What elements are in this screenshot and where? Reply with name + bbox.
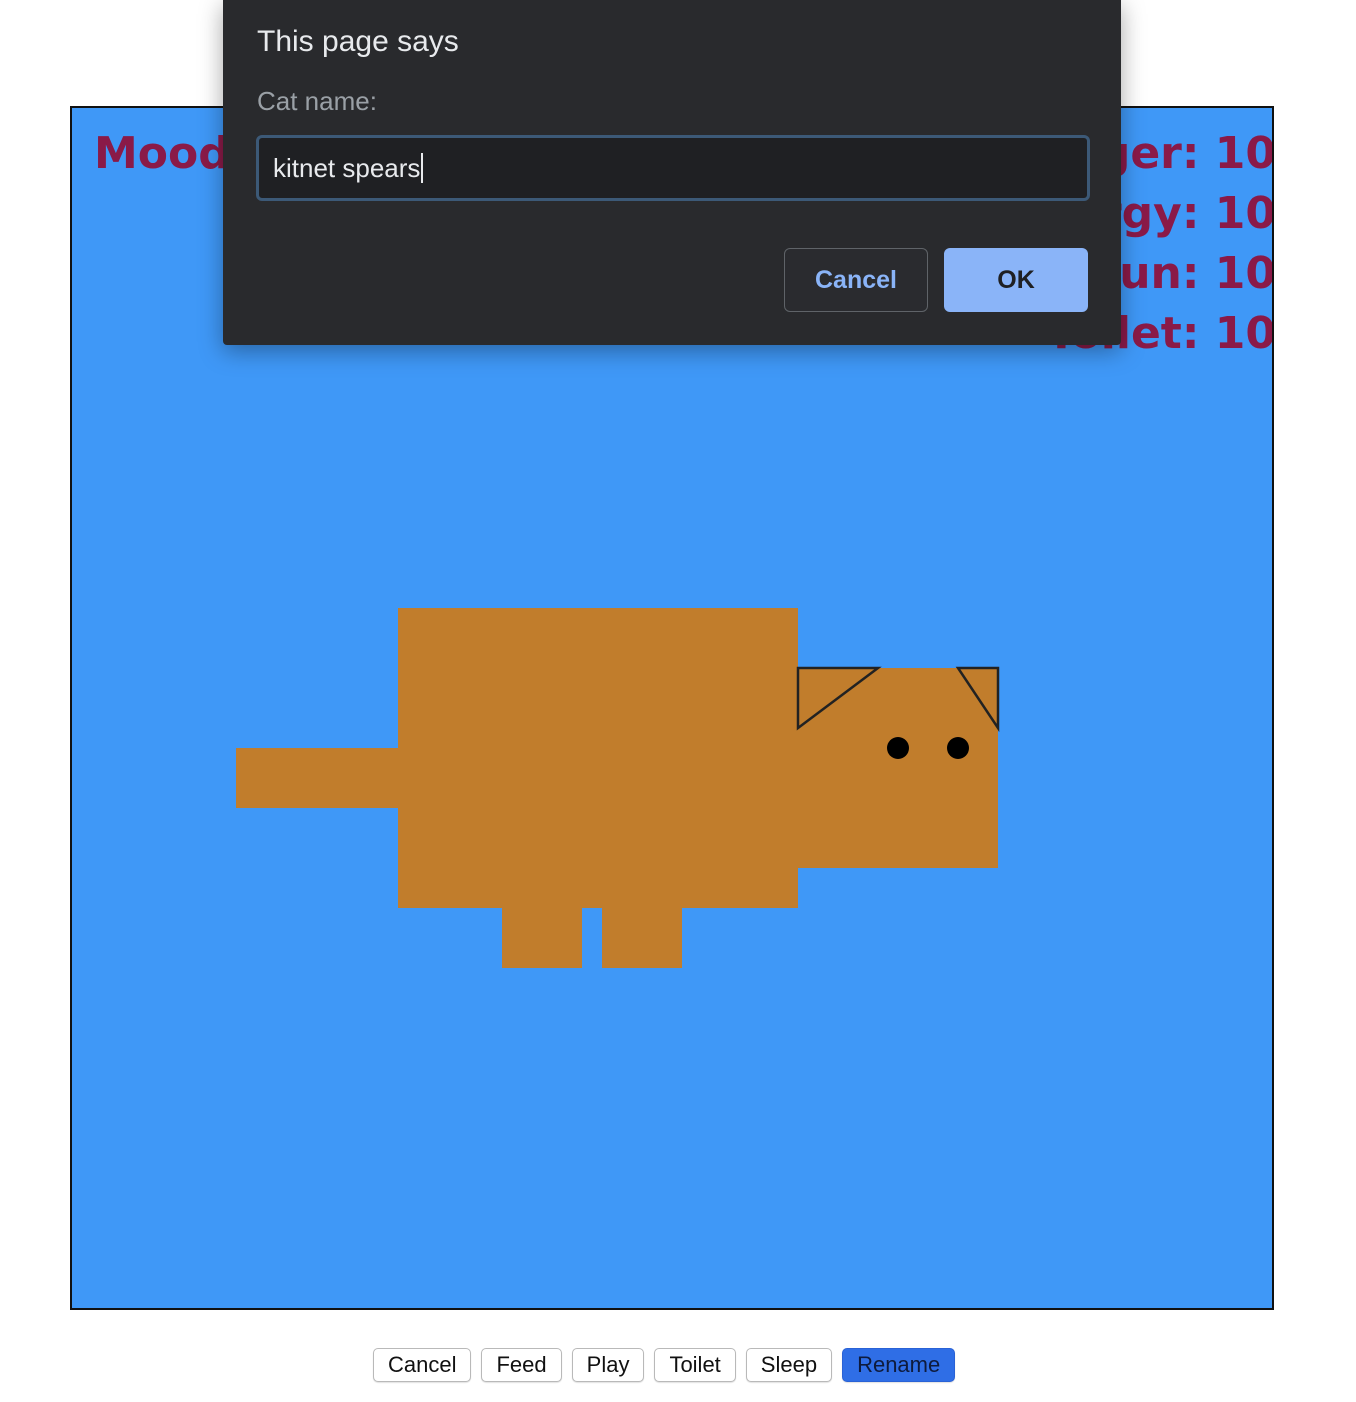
toilet-button[interactable]: Toilet bbox=[654, 1348, 736, 1382]
cat-eye-left bbox=[887, 737, 909, 759]
feed-button[interactable]: Feed bbox=[481, 1348, 562, 1382]
dialog-title: This page says bbox=[257, 25, 459, 58]
cat-tail bbox=[236, 748, 398, 808]
text-caret bbox=[421, 153, 424, 183]
cat-leg-back bbox=[602, 908, 682, 968]
rename-button[interactable]: Rename bbox=[842, 1348, 956, 1382]
prompt-dialog: This page says Cat name: kitnet spears C… bbox=[223, 0, 1121, 345]
sleep-button[interactable]: Sleep bbox=[745, 1348, 833, 1382]
cat-leg-front bbox=[502, 908, 582, 968]
cat-body bbox=[398, 608, 798, 908]
cat-name-input-value: kitnet spears bbox=[273, 152, 421, 183]
cat-head bbox=[798, 668, 998, 868]
dialog-ok-button[interactable]: OK bbox=[944, 248, 1088, 312]
cancel-button[interactable]: Cancel bbox=[373, 1348, 472, 1382]
play-button[interactable]: Play bbox=[571, 1348, 645, 1382]
dialog-cancel-button[interactable]: Cancel bbox=[784, 248, 928, 312]
prompt-label: Cat name: bbox=[257, 86, 377, 116]
cat-name-input[interactable]: kitnet spears bbox=[256, 135, 1090, 201]
action-toolbar: Cancel Feed Play Toilet Sleep Rename bbox=[373, 1348, 956, 1382]
cat-eye-right bbox=[947, 737, 969, 759]
